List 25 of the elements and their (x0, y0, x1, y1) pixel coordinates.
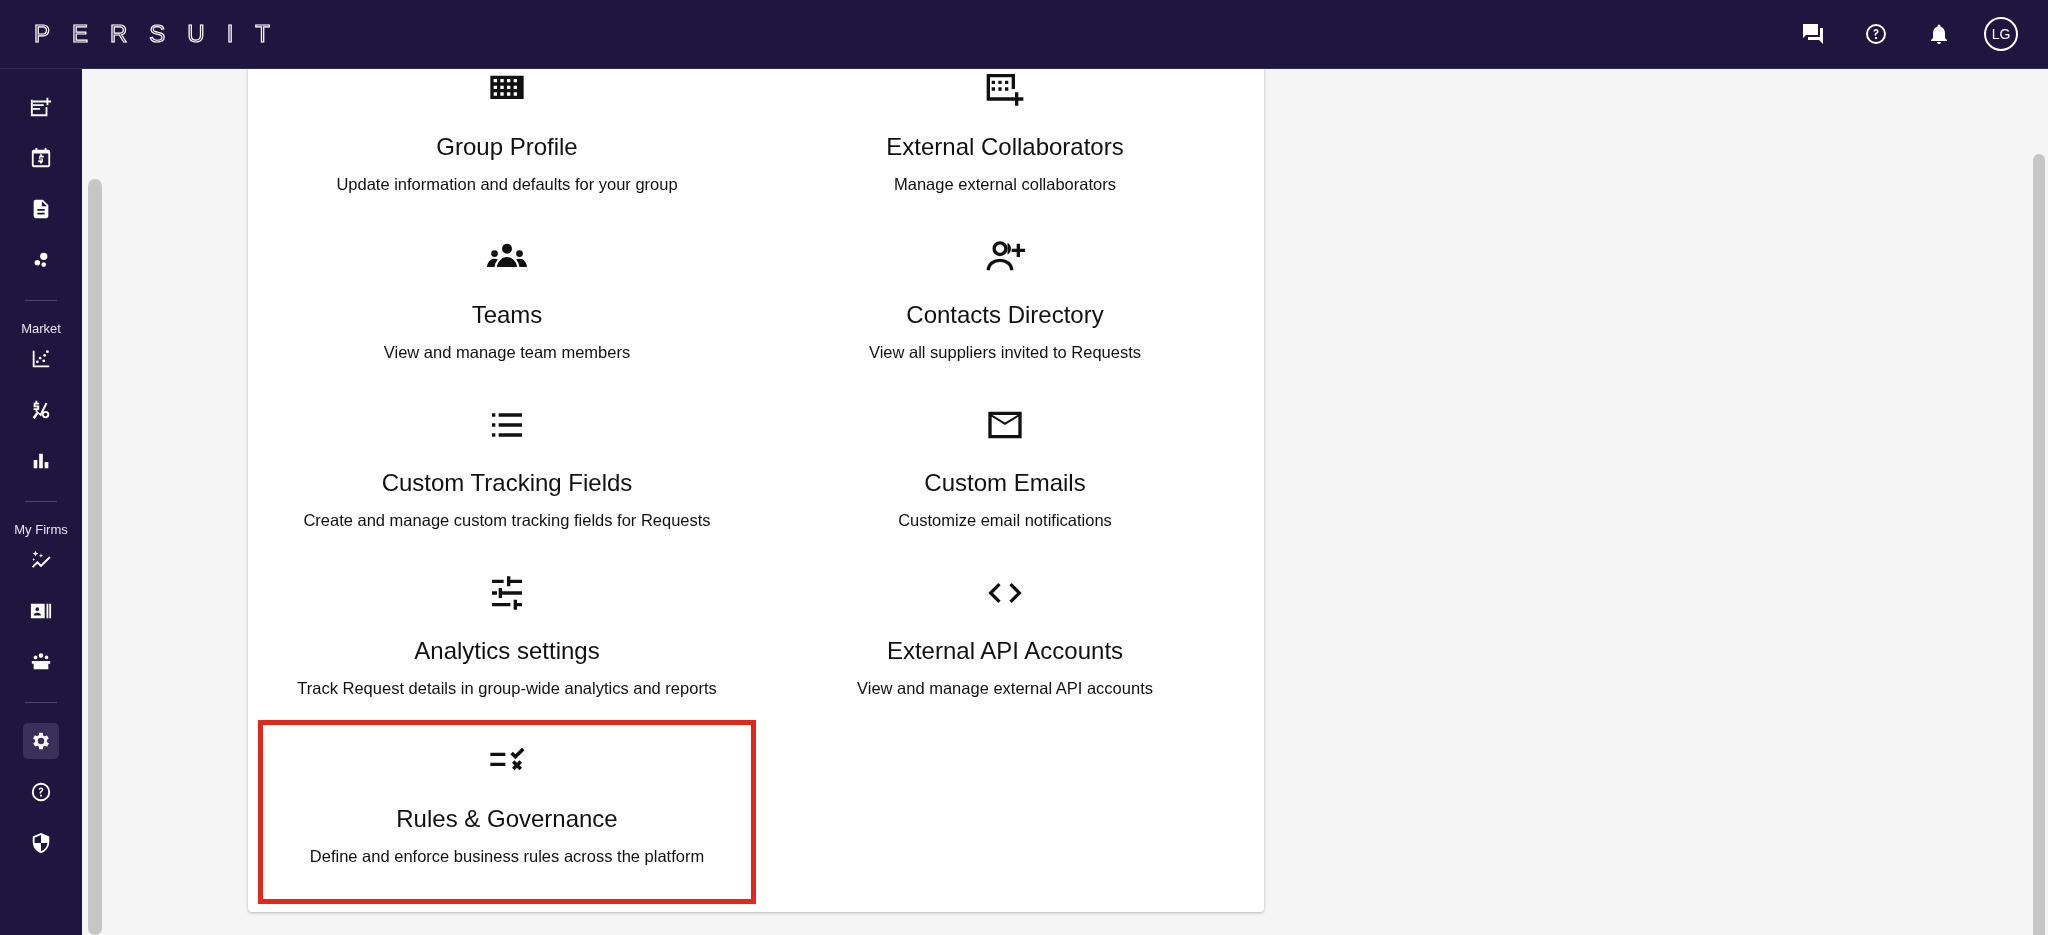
settings-tile[interactable]: Contacts Directory View all suppliers invited to Requests (756, 216, 1254, 384)
help-icon (1864, 22, 1888, 46)
calendar-dollar-icon (30, 147, 52, 169)
settings-tile[interactable]: Analytics settings Track Request details in group-wide analytics and reports (258, 552, 756, 720)
sidebar-section-label: Market (21, 321, 61, 336)
sidebar-item[interactable] (23, 723, 59, 759)
settings-tile[interactable]: External API Accounts View and manage external API accounts (756, 552, 1254, 720)
settings-tile[interactable]: External Collaborators Manage external collaborators (756, 69, 1254, 216)
settings-tile[interactable]: Custom Emails Customize email notifications (756, 384, 1254, 552)
settings-tile[interactable]: Custom Tracking Fields Create and manage custom tracking fields for Requests (258, 384, 756, 552)
help-icon (30, 781, 52, 803)
scrollbar[interactable] (88, 179, 102, 935)
sidebar-section-label: My Firms (14, 522, 68, 537)
shield-icon (30, 832, 52, 854)
chat-icon (1801, 22, 1825, 46)
scrollbar[interactable] (2033, 154, 2045, 935)
new-document-icon (30, 96, 52, 118)
scatter-chart-icon (30, 348, 52, 370)
logo[interactable]: PERSUIT (34, 20, 292, 48)
price-search-icon (30, 399, 52, 421)
settings-tile[interactable]: Rules & Governance Define and enforce business rules across the platform (258, 720, 756, 904)
user-avatar[interactable]: LG (1984, 17, 2018, 51)
settings-tile[interactable]: Group Profile Update information and defaults for your group (258, 69, 756, 216)
settings-tile[interactable]: Teams View and manage team members (258, 216, 756, 384)
settings-icon (30, 730, 52, 752)
